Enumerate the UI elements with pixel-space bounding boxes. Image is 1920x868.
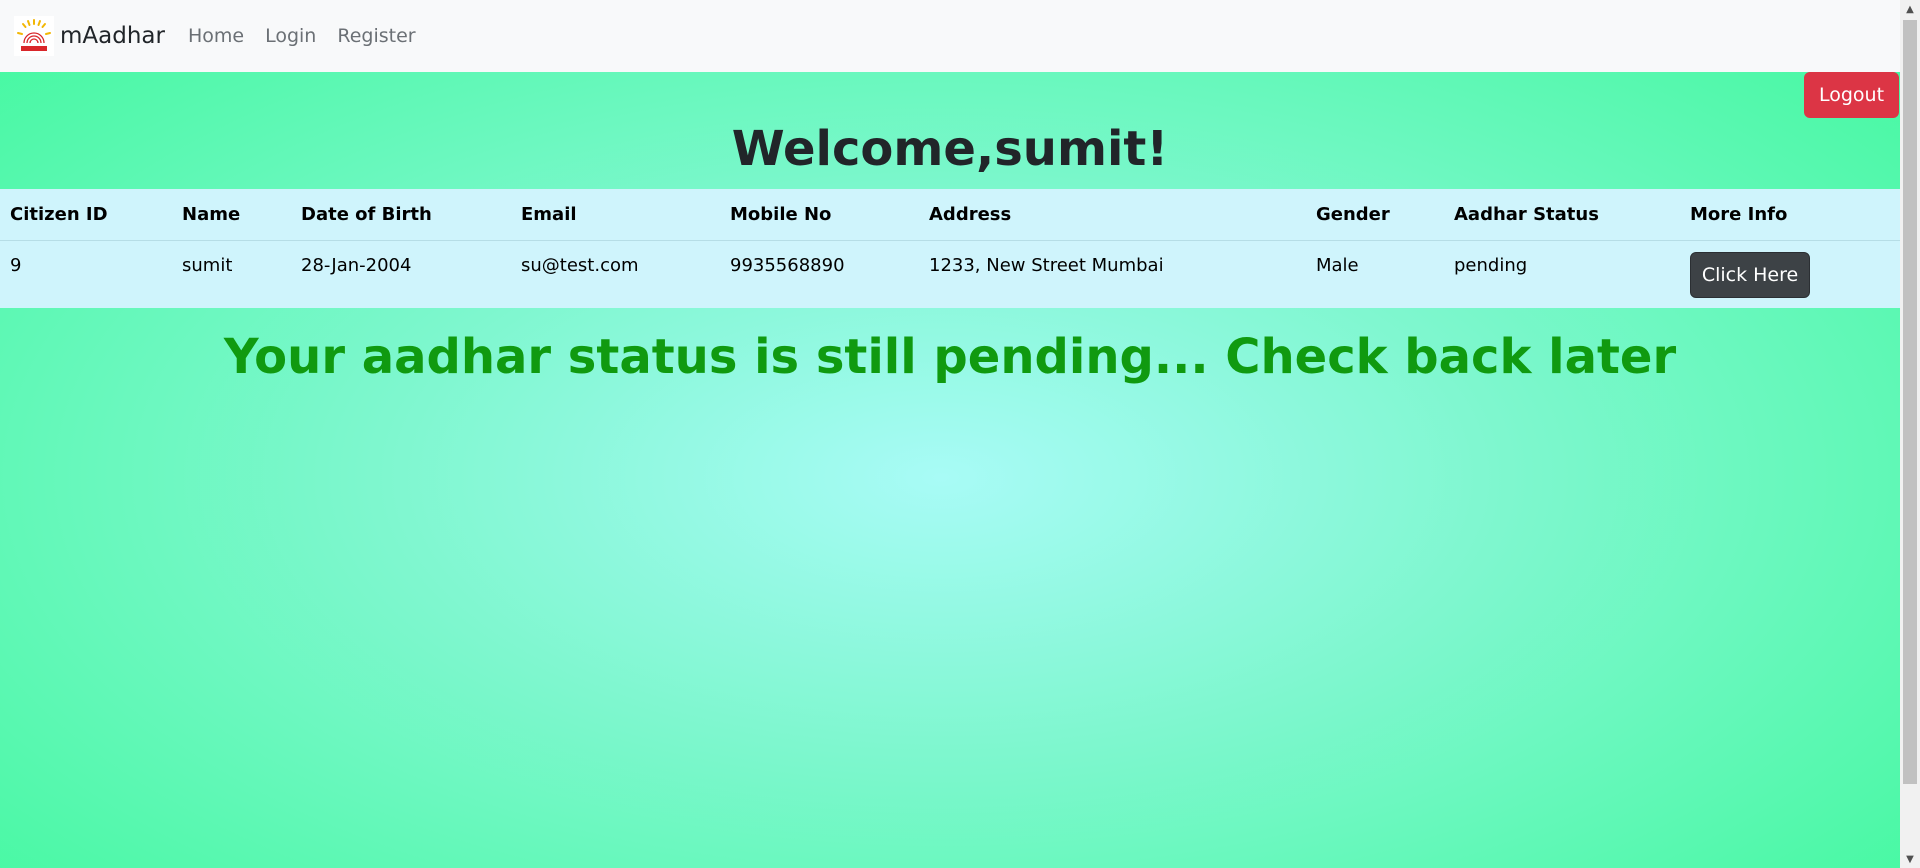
- citizen-table: Citizen ID Name Date of Birth Email Mobi…: [0, 189, 1900, 308]
- scroll-down-arrow-icon[interactable]: ▼: [1900, 850, 1920, 868]
- nav-links: Home Login Register: [188, 25, 437, 47]
- welcome-heading: Welcome,sumit!: [731, 121, 1169, 177]
- cell-more-info: Click Here: [1680, 240, 1900, 308]
- brand-name: mAadhar: [60, 23, 165, 49]
- header-dob: Date of Birth: [301, 203, 432, 225]
- logout-button[interactable]: Logout: [1804, 72, 1899, 118]
- table-row: 9 sumit 28-Jan-2004 su@test.com 99355688…: [0, 240, 1900, 308]
- cell-mobile: 9935568890: [730, 254, 845, 276]
- cell-name: sumit: [182, 254, 233, 276]
- status-message: Your aadhar status is still pending... C…: [223, 329, 1677, 385]
- navbar: mAadhar Home Login Register: [0, 0, 1900, 72]
- scroll-up-arrow-icon[interactable]: ▲: [1900, 0, 1920, 18]
- header-more-info: More Info: [1690, 203, 1788, 225]
- nav-login-link[interactable]: Login: [265, 25, 316, 47]
- scrollbar-thumb[interactable]: [1903, 20, 1917, 784]
- nav-home-link[interactable]: Home: [188, 25, 244, 47]
- nav-register-link[interactable]: Register: [337, 25, 415, 47]
- more-info-button[interactable]: Click Here: [1690, 251, 1810, 298]
- header-citizen-id: Citizen ID: [10, 203, 108, 225]
- table-header-row: Citizen ID Name Date of Birth Email Mobi…: [0, 189, 1900, 240]
- brand[interactable]: mAadhar: [14, 16, 165, 56]
- cell-citizen-id: 9: [10, 254, 22, 276]
- cell-dob: 28-Jan-2004: [301, 254, 412, 276]
- header-aadhar-status: Aadhar Status: [1454, 203, 1599, 225]
- header-gender: Gender: [1316, 203, 1390, 225]
- vertical-scrollbar[interactable]: ▲ ▼: [1900, 0, 1920, 868]
- header-mobile: Mobile No: [730, 203, 832, 225]
- cell-address: 1233, New Street Mumbai: [929, 254, 1164, 276]
- cell-aadhar-status: pending: [1454, 254, 1528, 276]
- aadhaar-logo-icon: [14, 16, 54, 56]
- cell-email: su@test.com: [521, 254, 639, 276]
- header-address: Address: [929, 203, 1012, 225]
- header-name: Name: [182, 203, 241, 225]
- cell-gender: Male: [1316, 254, 1359, 276]
- header-email: Email: [521, 203, 577, 225]
